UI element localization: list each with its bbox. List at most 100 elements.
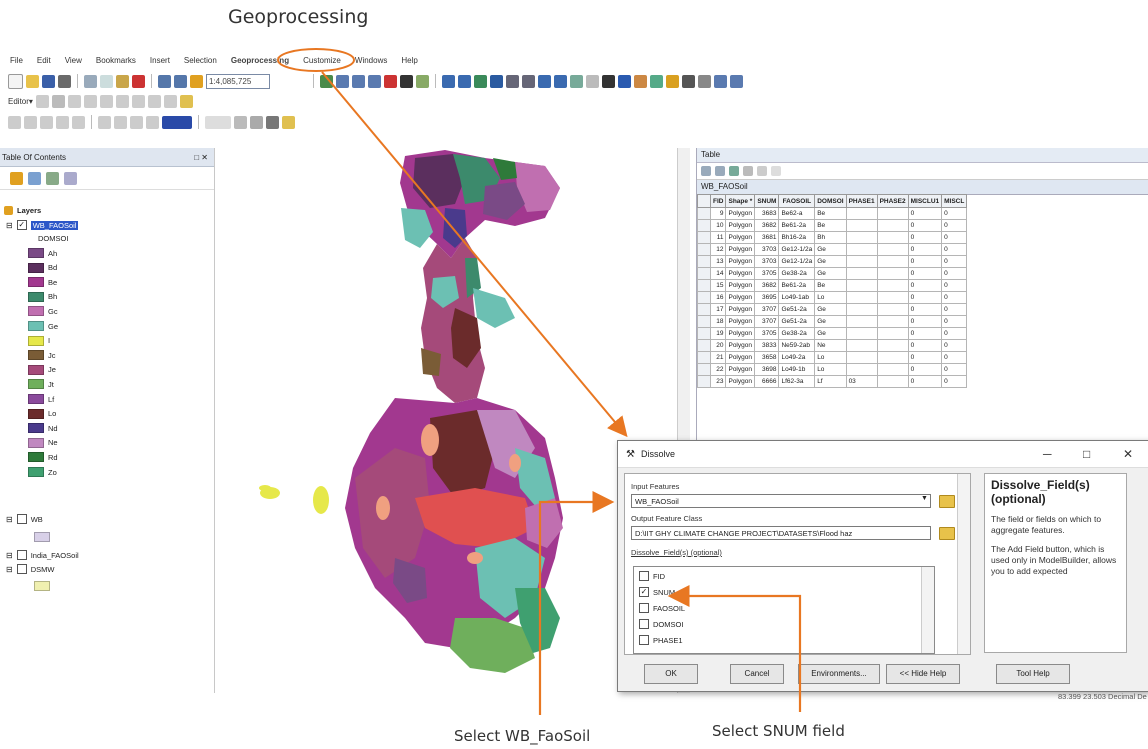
legend-item[interactable]: Be (28, 277, 57, 288)
full-extent-icon[interactable] (490, 74, 503, 88)
list-by-visibility-icon[interactable] (46, 171, 59, 185)
table-row[interactable]: 11 Polygon 3681 Bh16-2a Bh 0 0 (697, 231, 968, 244)
zoom-out-icon[interactable] (458, 74, 471, 88)
layer-name[interactable]: India_FAOSoil (31, 551, 79, 560)
output-feature-class-field[interactable]: D:\IIT GHY CLIMATE CHANGE PROJECT\DATASE… (631, 526, 931, 540)
field-option-domsoi[interactable]: DOMSOI (639, 619, 683, 629)
legend-item[interactable]: Ne (28, 437, 58, 448)
row-selector[interactable] (697, 219, 711, 232)
field-checkbox[interactable] (639, 619, 649, 629)
column-header[interactable]: DOMSOI (814, 194, 847, 208)
field-option-phase1[interactable]: PHASE1 (639, 635, 683, 645)
legend-item[interactable]: Zo (28, 467, 57, 477)
legend-item[interactable]: Je (28, 364, 56, 375)
menu-file[interactable]: File (0, 56, 30, 65)
map-view[interactable] (215, 148, 677, 693)
time-slider-icon[interactable] (730, 74, 743, 88)
layer-visibility-checkbox[interactable] (16, 564, 27, 574)
menu-geoprocessing[interactable]: Geoprocessing (224, 56, 296, 65)
row-selector[interactable] (697, 231, 711, 244)
parameters-scrollbar[interactable] (957, 474, 970, 654)
fill-color-icon[interactable] (162, 115, 192, 129)
pan-icon[interactable] (474, 74, 487, 88)
table-row[interactable]: 23 Polygon 6666 Lf62-3a Lf 03 0 0 (697, 375, 968, 388)
collapse-icon[interactable]: ⊟ (6, 551, 13, 560)
new-icon[interactable] (8, 73, 23, 89)
menu-bookmarks[interactable]: Bookmarks (89, 56, 143, 65)
layout-zoom-whole-icon[interactable] (56, 115, 69, 129)
field-checkbox[interactable]: ✓ (639, 587, 649, 597)
split-tool-icon[interactable] (115, 94, 129, 108)
catalog-icon[interactable] (352, 74, 365, 88)
edit-tool-icon[interactable] (35, 94, 49, 108)
select-elements-icon[interactable] (602, 74, 615, 88)
ok-button[interactable]: OK (644, 664, 698, 684)
arc-segment-icon[interactable] (83, 94, 97, 108)
measure-icon[interactable] (666, 74, 679, 88)
soil-map[interactable] (215, 148, 677, 693)
collapse-icon[interactable]: ⊟ (6, 221, 13, 230)
identify-icon[interactable] (618, 74, 631, 88)
legend-item[interactable]: Jc (28, 350, 56, 361)
layers-root[interactable]: Layers (4, 206, 41, 215)
row-selector[interactable] (697, 303, 711, 316)
collapse-icon[interactable]: ⊟ (6, 515, 13, 524)
menu-selection[interactable]: Selection (177, 56, 224, 65)
bold-icon[interactable] (234, 115, 247, 129)
cancel-button[interactable]: Cancel (730, 664, 784, 684)
field-list-scrollbar[interactable] (921, 567, 934, 653)
row-selector[interactable] (697, 243, 711, 256)
legend-item[interactable]: Jt (28, 379, 54, 390)
browse-output-folder-icon[interactable] (939, 527, 955, 540)
create-features-icon[interactable] (179, 94, 193, 108)
row-selector[interactable] (697, 315, 711, 328)
straight-segment-icon[interactable] (67, 94, 81, 108)
clear-selection-icon[interactable] (586, 74, 599, 88)
arctoolbox-icon[interactable] (384, 74, 397, 88)
row-selector[interactable] (697, 339, 711, 352)
rotate-tool-icon[interactable] (131, 94, 145, 108)
row-selector[interactable] (697, 279, 711, 292)
related-tables-icon[interactable] (715, 166, 725, 176)
draw-options-icon[interactable] (282, 115, 295, 129)
cut-icon[interactable] (84, 74, 97, 88)
add-data-icon[interactable] (190, 74, 203, 88)
redo-icon[interactable] (174, 74, 187, 88)
row-selector[interactable] (697, 327, 711, 340)
column-header[interactable]: FAOSOIL (778, 194, 816, 208)
table-row[interactable]: 19 Polygon 3705 Ge38-2a Ge 0 0 (697, 327, 968, 340)
field-option-fid[interactable]: FID (639, 571, 665, 581)
save-icon[interactable] (42, 74, 55, 88)
row-selector[interactable] (697, 255, 711, 268)
trace-icon[interactable] (99, 94, 113, 108)
change-layout-icon[interactable] (146, 115, 159, 129)
field-checkbox[interactable] (639, 635, 649, 645)
font-color-icon[interactable] (266, 115, 279, 129)
delete-icon[interactable] (132, 74, 145, 88)
font-size-box[interactable] (205, 115, 231, 129)
table-row[interactable]: 13 Polygon 3703 Ge12-1/2a Ge 0 0 (697, 255, 968, 268)
fixed-zoom-out-icon[interactable] (522, 74, 535, 88)
table-row[interactable]: 21 Polygon 3658 Lo49-2a Lo 0 0 (697, 351, 968, 364)
column-header[interactable]: MISCLU1 (907, 194, 943, 208)
layout-pan-icon[interactable] (40, 115, 53, 129)
table-row[interactable]: 15 Polygon 3682 Be61-2a Be 0 0 (697, 279, 968, 292)
clear-selection-table-icon[interactable] (757, 166, 767, 176)
layer-name[interactable]: DSMW (31, 565, 55, 574)
hyperlink-icon[interactable] (634, 74, 647, 88)
layer-name-selected[interactable]: WB_FAOSoil (30, 220, 79, 230)
row-selector[interactable] (697, 207, 711, 220)
find-route-icon[interactable] (698, 74, 711, 88)
toc-close-icon[interactable]: □ ✕ (194, 153, 208, 162)
toc-layer-wb-faosoil[interactable]: ⊟ ✓ WB_FAOSoil (6, 220, 79, 230)
column-header[interactable]: PHASE2 (876, 194, 909, 208)
column-header[interactable]: MISCL (941, 194, 968, 208)
undo-icon[interactable] (158, 74, 171, 88)
delete-selected-icon[interactable] (771, 166, 781, 176)
table-row[interactable]: 14 Polygon 3705 Ge38-2a Ge 0 0 (697, 267, 968, 280)
minimize-icon[interactable]: ─ (1043, 447, 1052, 461)
find-icon[interactable] (682, 74, 695, 88)
toc-layer-india_faosoil[interactable]: ⊟ India_FAOSoil (6, 550, 79, 560)
switch-selection-icon[interactable] (743, 166, 753, 176)
select-by-attributes-icon[interactable] (729, 166, 739, 176)
